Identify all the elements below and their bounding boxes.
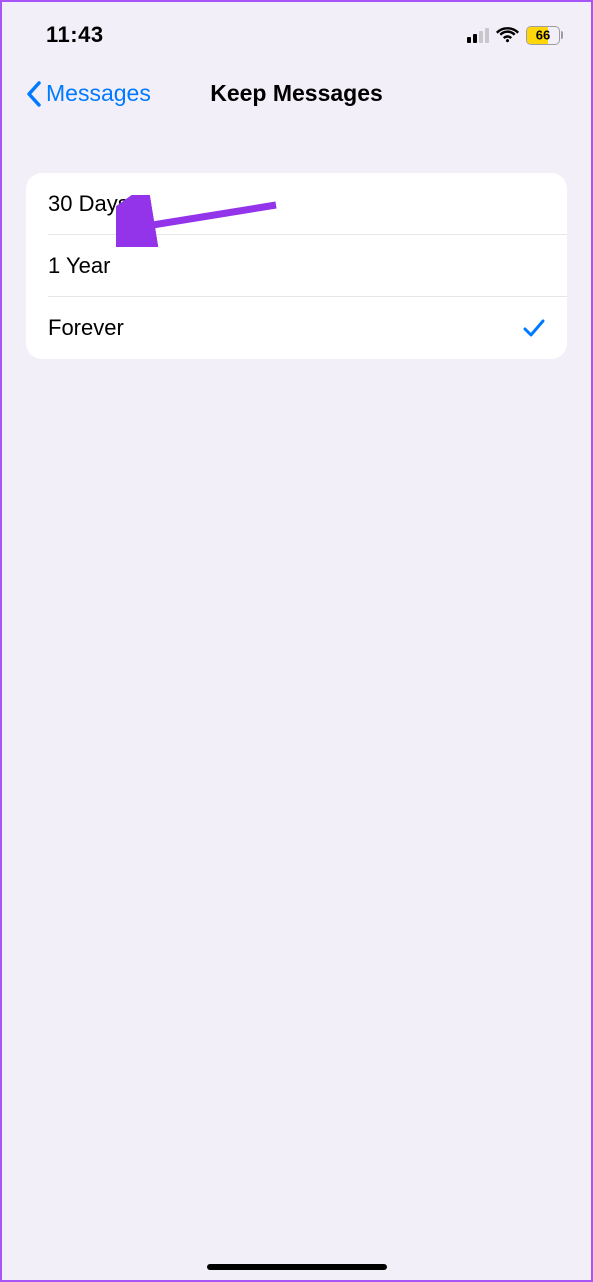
status-bar: 11:43 66 — [2, 2, 591, 60]
chevron-left-icon — [26, 81, 44, 107]
back-button[interactable]: Messages — [26, 80, 151, 107]
option-forever[interactable]: Forever — [26, 297, 567, 359]
status-time: 11:43 — [46, 22, 104, 48]
options-list: 30 Days 1 Year Forever — [26, 173, 567, 359]
battery-level: 66 — [527, 28, 559, 43]
option-30-days[interactable]: 30 Days — [26, 173, 567, 235]
checkmark-icon — [523, 317, 545, 339]
content-area: 30 Days 1 Year Forever — [2, 131, 591, 359]
wifi-icon — [496, 26, 519, 44]
option-label: Forever — [48, 315, 124, 341]
home-indicator[interactable] — [207, 1264, 387, 1270]
page-title: Keep Messages — [210, 80, 383, 107]
navigation-bar: Messages Keep Messages — [2, 60, 591, 131]
option-1-year[interactable]: 1 Year — [26, 235, 567, 297]
cellular-signal-icon — [467, 27, 489, 43]
battery-icon: 66 — [526, 26, 563, 45]
option-label: 1 Year — [48, 253, 110, 279]
option-label: 30 Days — [48, 191, 129, 217]
status-indicators: 66 — [467, 26, 563, 45]
back-label: Messages — [46, 80, 151, 107]
